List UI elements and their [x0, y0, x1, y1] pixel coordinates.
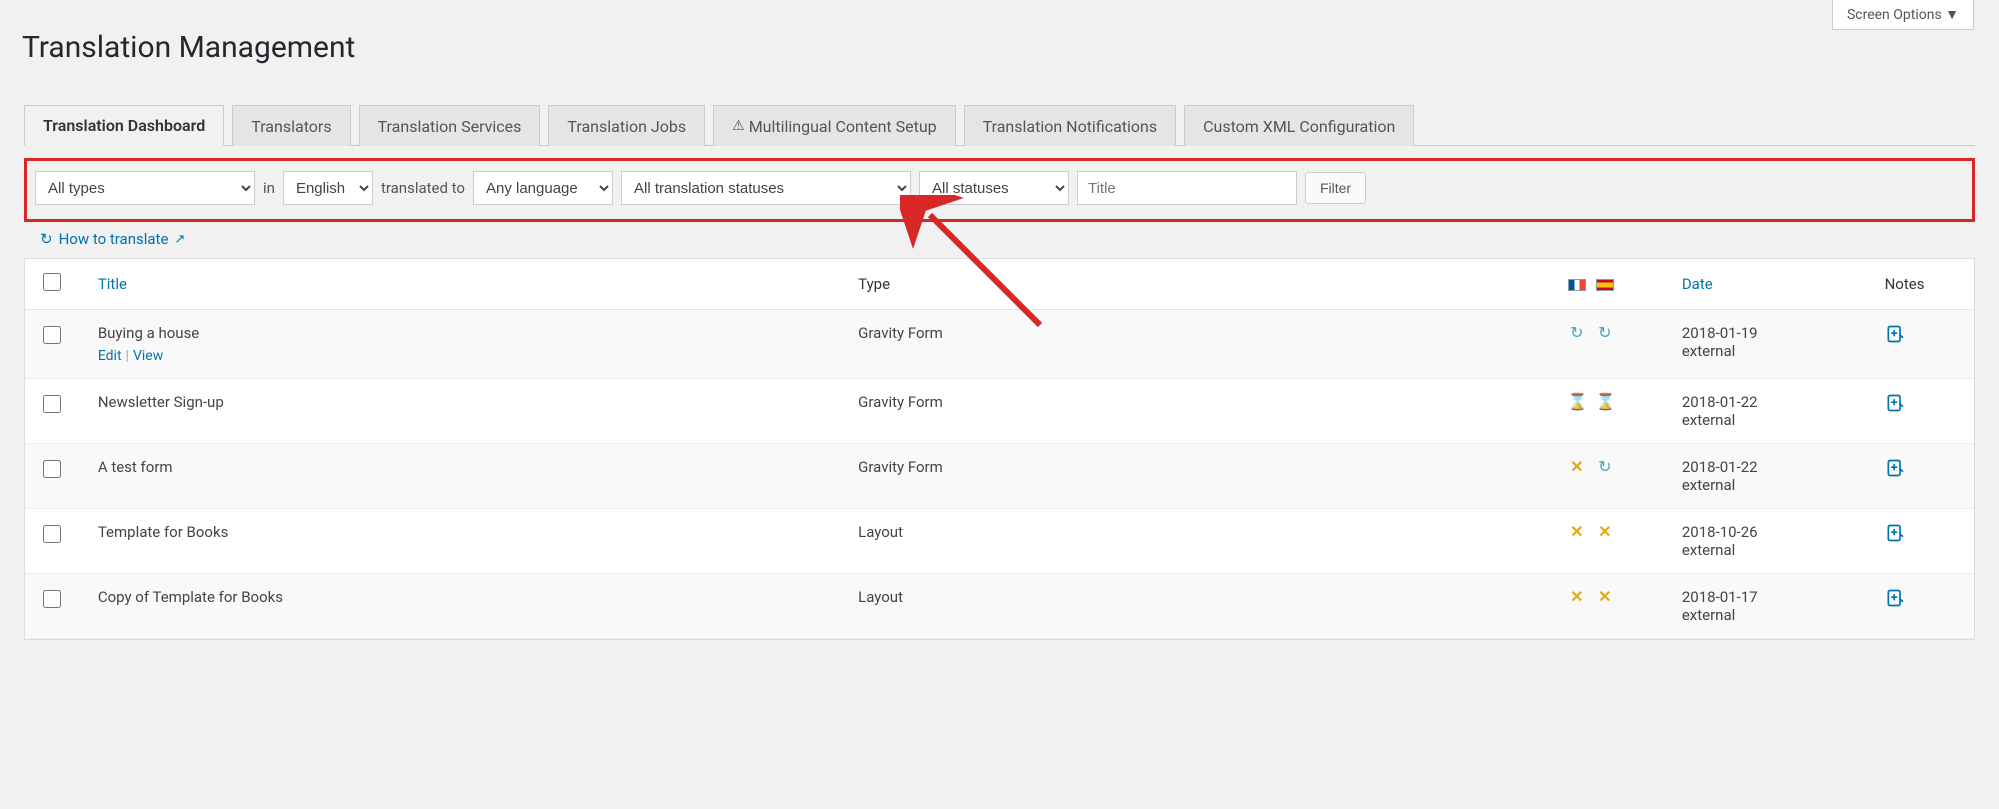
row-date-sub: external [1682, 476, 1861, 494]
row-date-sub: external [1682, 342, 1861, 360]
edit-link[interactable]: Edit [98, 348, 122, 364]
label-translated-to: translated to [381, 179, 465, 197]
row-type: Gravity Form [846, 379, 1556, 444]
how-to-translate: ↻ How to translate ↗ [40, 230, 1999, 248]
add-note-icon[interactable] [1885, 458, 1905, 478]
table-row: A test form Gravity Form ✕ ↻ 2018-01-22exter… [25, 444, 1974, 509]
row-checkbox[interactable] [43, 590, 61, 608]
tab-translation-notifications[interactable]: Translation Notifications [964, 105, 1176, 146]
status-refresh-icon[interactable]: ↻ [1596, 324, 1614, 342]
tab-label: Custom XML Configuration [1203, 117, 1395, 136]
status-refresh-icon[interactable]: ↻ [1596, 458, 1614, 476]
row-checkbox[interactable] [43, 460, 61, 478]
external-link-icon: ↗ [174, 232, 185, 247]
status-x-icon[interactable]: ✕ [1596, 523, 1614, 541]
refresh-icon: ↻ [40, 230, 53, 248]
row-date-sub: external [1682, 606, 1861, 624]
row-checkbox[interactable] [43, 525, 61, 543]
row-title: Newsletter Sign-up [98, 393, 834, 411]
filter-title-input[interactable] [1077, 171, 1297, 205]
label-in: in [263, 179, 275, 197]
column-date-header[interactable]: Date [1682, 275, 1713, 293]
flag-es-icon [1596, 279, 1614, 291]
row-date: 2018-10-26 [1682, 523, 1861, 541]
page-title: Translation Management [0, 0, 1999, 65]
status-hourglass-icon[interactable]: ⌛ [1596, 393, 1614, 411]
select-all-checkbox[interactable] [43, 273, 61, 291]
row-type: Gravity Form [846, 444, 1556, 509]
row-type: Gravity Form [846, 310, 1556, 379]
screen-options-button[interactable]: Screen Options ▼ [1832, 0, 1974, 30]
row-date: 2018-01-22 [1682, 393, 1861, 411]
row-date-sub: external [1682, 411, 1861, 429]
flag-fr-icon [1568, 279, 1586, 291]
row-checkbox[interactable] [43, 326, 61, 344]
filter-translation-status-select[interactable]: All translation statuses [621, 171, 911, 205]
content-table: Title Type Date Notes Buying a house Edit… [24, 258, 1975, 640]
row-title: Buying a house [98, 324, 834, 342]
tab-label: Translation Jobs [567, 117, 686, 136]
status-x-icon[interactable]: ✕ [1568, 458, 1586, 476]
add-note-icon[interactable] [1885, 523, 1905, 543]
status-x-icon[interactable]: ✕ [1568, 588, 1586, 606]
row-checkbox[interactable] [43, 395, 61, 413]
tab-translation-services[interactable]: Translation Services [359, 105, 541, 146]
column-notes-header: Notes [1885, 275, 1925, 293]
table-row: Buying a house Edit|View Gravity Form ↻ ↻ 201… [25, 310, 1974, 379]
status-refresh-icon[interactable]: ↻ [1568, 324, 1586, 342]
add-note-icon[interactable] [1885, 588, 1905, 608]
row-title: A test form [98, 458, 834, 476]
add-note-icon[interactable] [1885, 324, 1905, 344]
filter-button[interactable]: Filter [1305, 172, 1366, 204]
warning-icon: ⚠ [732, 118, 745, 134]
view-link[interactable]: View [133, 348, 163, 364]
row-title: Copy of Template for Books [98, 588, 834, 606]
tab-multilingual-setup[interactable]: ⚠Multilingual Content Setup [713, 105, 956, 146]
filter-from-lang-select[interactable]: English [283, 171, 373, 205]
tab-label: Multilingual Content Setup [749, 117, 937, 136]
tab-label: Translation Dashboard [43, 116, 205, 135]
tabs-nav: Translation Dashboard Translators Translat… [24, 105, 1975, 146]
tab-label: Translators [251, 117, 331, 136]
tab-translation-dashboard[interactable]: Translation Dashboard [24, 105, 224, 146]
row-date-sub: external [1682, 541, 1861, 559]
how-to-translate-link[interactable]: How to translate [59, 230, 169, 248]
row-type: Layout [846, 509, 1556, 574]
row-date: 2018-01-19 [1682, 324, 1861, 342]
add-note-icon[interactable] [1885, 393, 1905, 413]
column-type-header: Type [858, 275, 890, 293]
table-row: Newsletter Sign-up Gravity Form ⌛ ⌛ 2018-01-… [25, 379, 1974, 444]
filter-to-lang-select[interactable]: Any language [473, 171, 613, 205]
status-x-icon[interactable]: ✕ [1568, 523, 1586, 541]
row-date: 2018-01-17 [1682, 588, 1861, 606]
filter-bar: All types in English translated to Any l… [24, 158, 1975, 222]
row-date: 2018-01-22 [1682, 458, 1861, 476]
filter-types-select[interactable]: All types [35, 171, 255, 205]
column-title-header[interactable]: Title [98, 275, 127, 293]
tab-translators[interactable]: Translators [232, 105, 350, 146]
row-type: Layout [846, 574, 1556, 639]
table-row: Copy of Template for Books Layout ✕ ✕ 2018-0… [25, 574, 1974, 639]
tab-label: Translation Notifications [983, 117, 1157, 136]
status-hourglass-icon[interactable]: ⌛ [1568, 393, 1586, 411]
tab-label: Translation Services [378, 117, 522, 136]
row-title: Template for Books [98, 523, 834, 541]
tab-translation-jobs[interactable]: Translation Jobs [548, 105, 705, 146]
row-actions: Edit|View [98, 348, 834, 364]
tab-custom-xml[interactable]: Custom XML Configuration [1184, 105, 1414, 146]
table-row: Template for Books Layout ✕ ✕ 2018-10-26exte… [25, 509, 1974, 574]
filter-status-select[interactable]: All statuses [919, 171, 1069, 205]
status-x-icon[interactable]: ✕ [1596, 588, 1614, 606]
